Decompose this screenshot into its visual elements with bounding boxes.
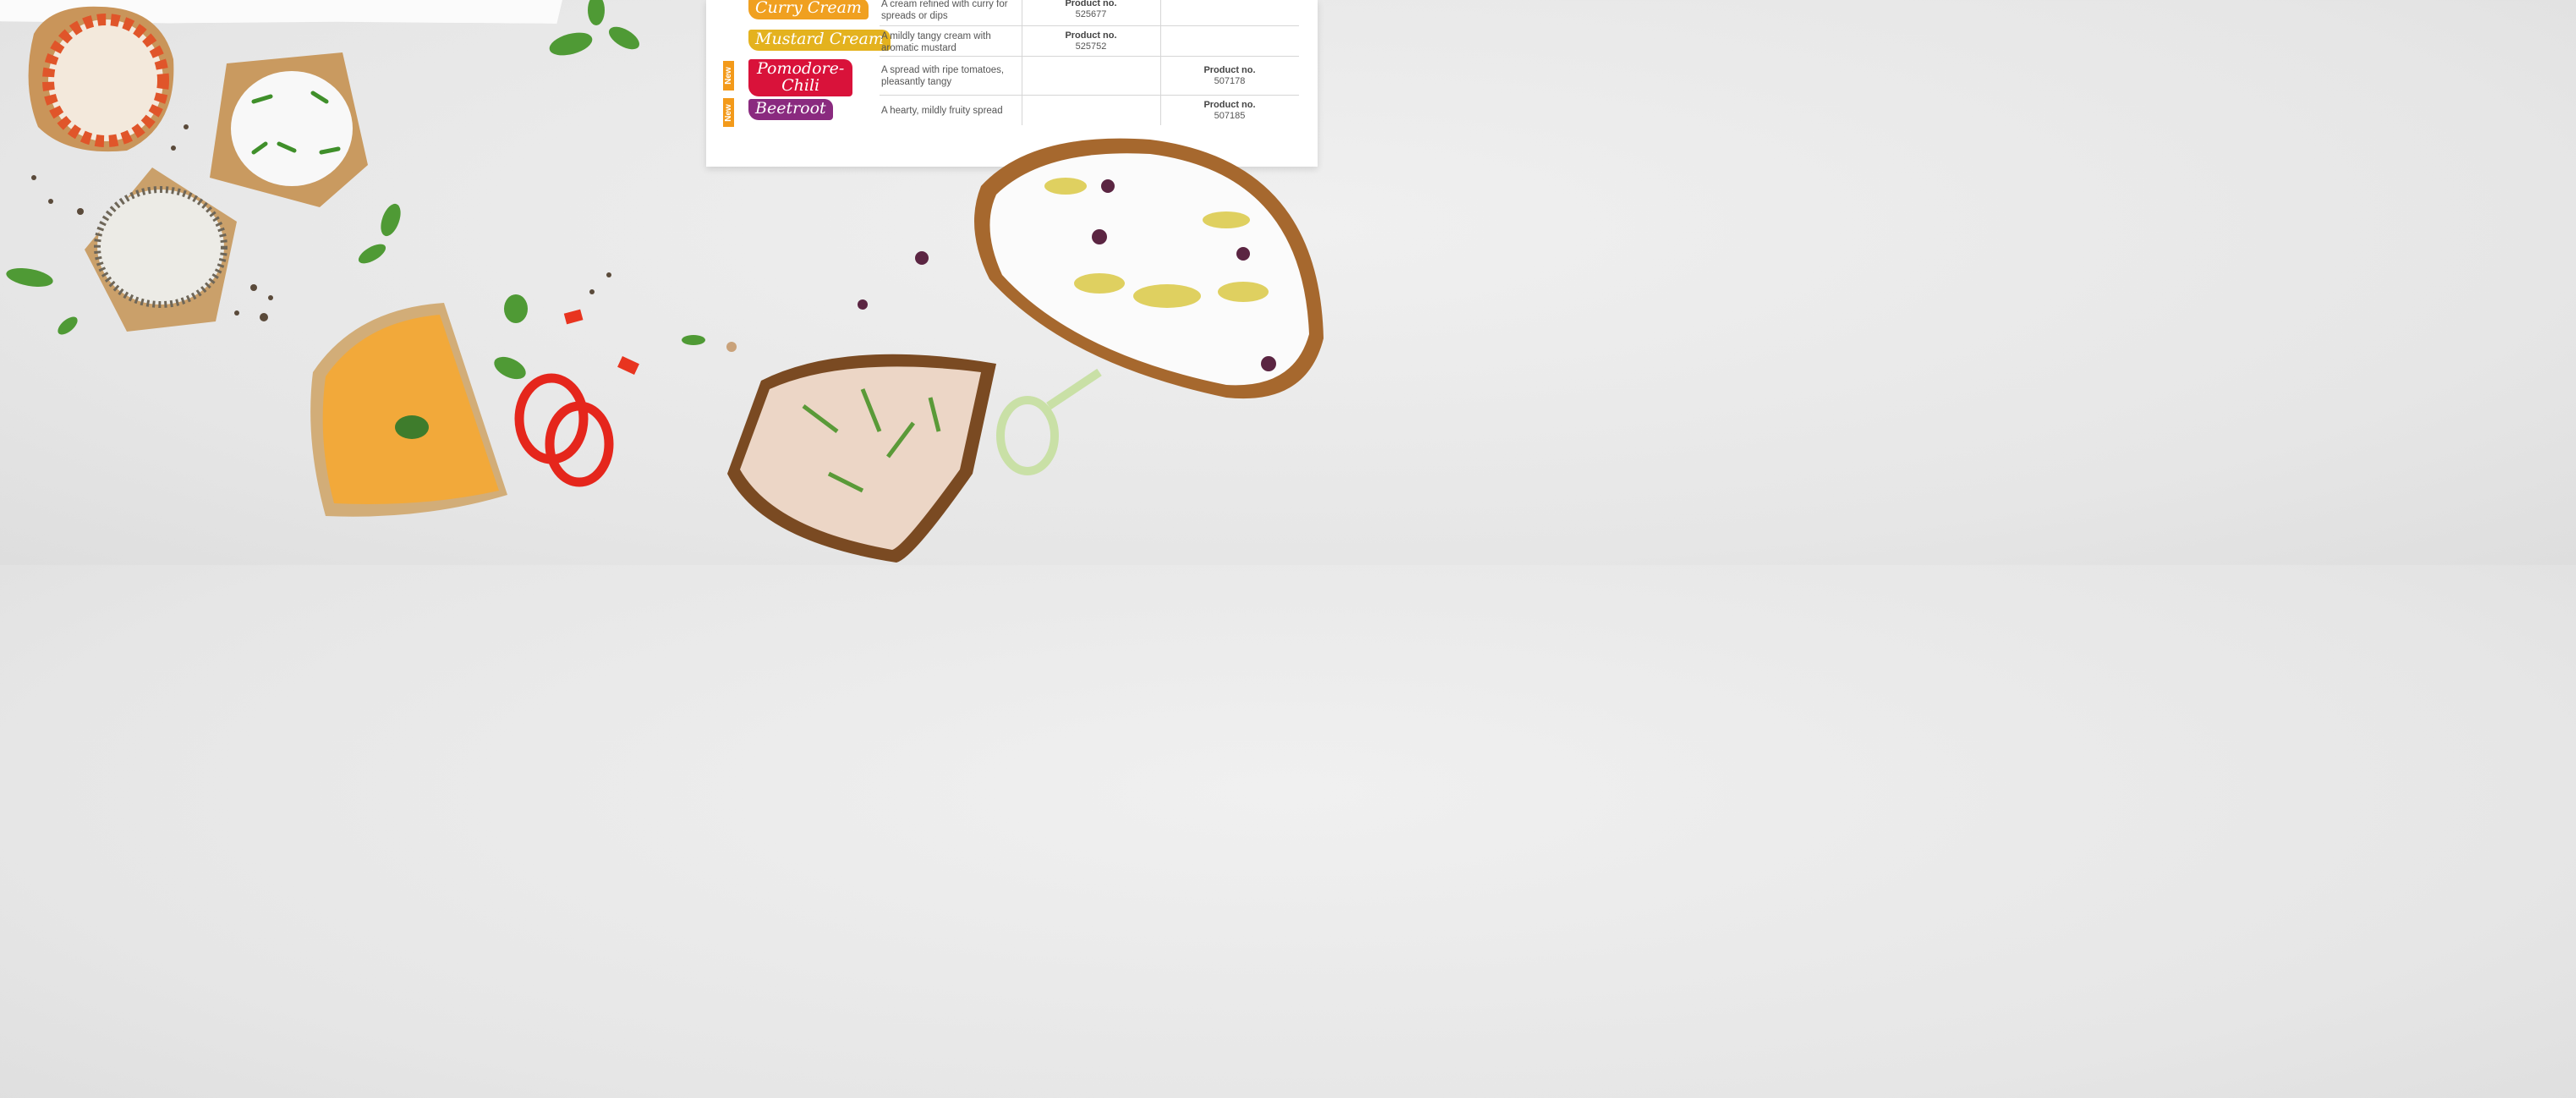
bread-with-curry-cream [310, 303, 507, 517]
product-number: Product no. 507178 [1160, 65, 1299, 87]
product-name-line: Pomodore- [757, 59, 845, 78]
cracker-with-chive-cream [210, 52, 368, 207]
new-badge: New [723, 98, 734, 127]
cracker-with-pepper-cream [28, 6, 174, 152]
basil-leaves [6, 0, 705, 380]
product-number-value: 525752 [1075, 41, 1107, 52]
new-badge: New [723, 61, 734, 91]
row-divider [880, 95, 1299, 96]
product-name-line: Chili [781, 75, 820, 95]
product-number: Product no. 507185 [1160, 100, 1299, 122]
product-table: Curry Cream A cream refined with curry f… [706, 0, 1318, 167]
product-name-label: Pomodore- Chili [748, 59, 853, 96]
pepper-pieces [563, 309, 639, 375]
product-name-label: Mustard Cream [748, 30, 891, 51]
product-number-label: Product no. [1065, 0, 1117, 8]
bread-with-cream-cheese [974, 138, 1324, 399]
product-name-label: Beetroot [748, 99, 833, 120]
row-divider [880, 56, 1299, 57]
red-pepper-rings [514, 373, 614, 487]
cucumber-ribbon [996, 368, 1102, 475]
product-description: A cream refined with curry for spreads o… [881, 0, 1008, 22]
product-number-value: 507185 [1214, 111, 1246, 122]
row-divider [880, 25, 1299, 26]
product-number-value: 525677 [1075, 9, 1107, 20]
cracker-with-herb-cream [85, 167, 237, 332]
product-name-label: Curry Cream [748, 0, 869, 19]
product-description: A spread with ripe tomatoes, pleasantly … [881, 65, 1005, 88]
product-number: Product no. 525752 [1022, 30, 1160, 52]
bread-with-chicken-salad [727, 354, 996, 563]
product-number-value: 507178 [1214, 76, 1246, 87]
product-number-label: Product no. [1203, 100, 1256, 110]
product-number-label: Product no. [1065, 30, 1117, 41]
product-number: Product no. 525677 [1022, 0, 1160, 20]
product-number-label: Product no. [1203, 65, 1256, 75]
product-description: A hearty, mildly fruity spread [881, 106, 1003, 116]
product-description: A mildly tangy cream with aromatic musta… [881, 31, 991, 54]
paper-edge-top [0, 0, 562, 24]
